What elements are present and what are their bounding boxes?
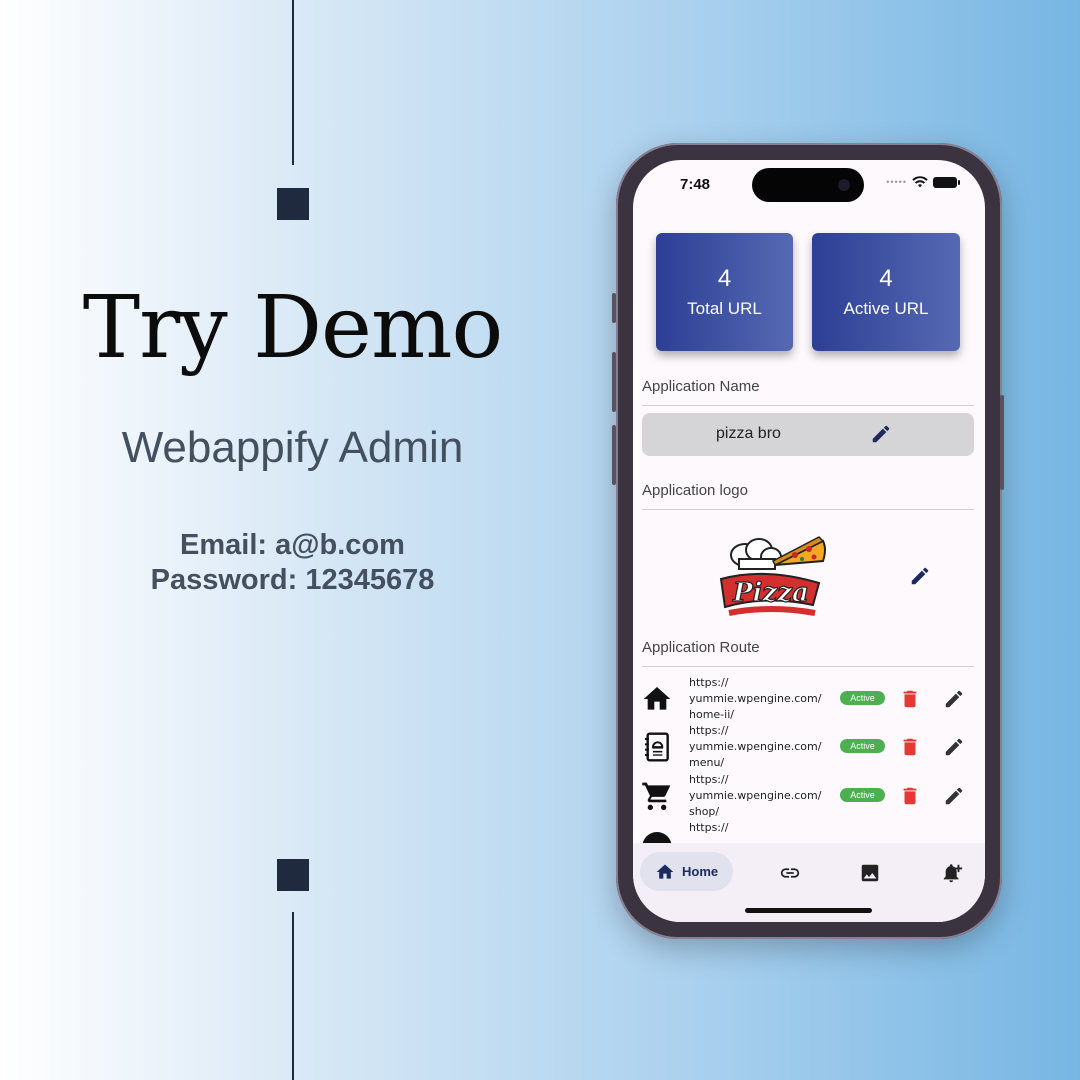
menu-book-icon: [645, 732, 669, 762]
app-screen: 7:48 ••••• 4 Total URL 4 Active URL Appl…: [633, 160, 985, 922]
status-badge: Active: [840, 691, 885, 705]
phone-volume-down: [612, 425, 616, 485]
image-icon[interactable]: [859, 862, 881, 884]
app-name-label: Application Name: [642, 378, 760, 395]
pencil-icon[interactable]: [943, 688, 965, 710]
notification-add-icon[interactable]: [942, 862, 964, 884]
pencil-icon[interactable]: [909, 565, 931, 587]
active-url-card[interactable]: 4 Active URL: [812, 233, 960, 351]
pencil-icon[interactable]: [943, 785, 965, 807]
phone-volume-up: [612, 352, 616, 412]
status-badge: Active: [840, 788, 885, 802]
route-row[interactable]: https:// yummie.wpengine.com/ menu/ Acti…: [633, 723, 985, 772]
total-url-label: Total URL: [687, 299, 762, 318]
total-url-count: 4: [717, 265, 732, 292]
demo-password: Password: 12345678: [150, 564, 435, 596]
nav-home-label: Home: [682, 864, 719, 879]
decorative-line-bottom: [292, 912, 294, 1080]
shopping-cart-icon: [642, 782, 671, 810]
status-time: 7:48: [680, 176, 711, 193]
home-indicator: [745, 908, 872, 913]
link-icon[interactable]: [779, 862, 801, 884]
wifi-icon: [912, 176, 928, 188]
status-badge: Active: [840, 739, 885, 753]
decorative-square-top: [277, 188, 309, 220]
active-url-count: 4: [879, 265, 893, 292]
route-list: https:// yummie.wpengine.com/ home-ii/ A…: [633, 675, 985, 845]
phone-side-button: [612, 293, 616, 323]
home-icon: [656, 864, 674, 879]
decorative-line-top: [292, 0, 294, 165]
app-route-label: Application Route: [642, 639, 760, 656]
route-row[interactable]: https://: [633, 820, 985, 845]
divider: [642, 509, 974, 510]
route-url: https:// yummie.wpengine.com/ home-ii/: [689, 676, 822, 721]
pencil-icon[interactable]: [943, 736, 965, 758]
active-url-label: Active URL: [843, 299, 929, 318]
demo-email: Email: a@b.com: [180, 529, 405, 561]
status-icons: •••••: [886, 176, 960, 188]
pencil-icon[interactable]: [870, 423, 892, 445]
route-url: https://: [689, 821, 729, 834]
promo-title: Try Demo: [82, 278, 504, 378]
dynamic-island: [752, 168, 864, 202]
promo-subtitle: Webappify Admin: [121, 423, 464, 472]
decorative-square-bottom: [277, 859, 309, 891]
app-logo-label: Application logo: [642, 482, 748, 499]
app-name-value: pizza bro: [716, 425, 781, 442]
demo-credentials: Email: a@b.com Password: 12345678: [40, 528, 545, 598]
divider: [642, 666, 974, 667]
app-name-field[interactable]: pizza bro: [642, 413, 974, 456]
delete-icon[interactable]: [899, 736, 921, 758]
pizza-logo-image: Pizza: [719, 536, 826, 616]
route-row[interactable]: https:// yummie.wpengine.com/ shop/ Acti…: [633, 772, 985, 821]
delete-icon[interactable]: [899, 785, 921, 807]
battery-icon: [933, 176, 960, 188]
logo-text: Pizza: [732, 578, 809, 608]
route-url: https:// yummie.wpengine.com/ shop/: [689, 773, 822, 818]
home-icon: [643, 687, 671, 710]
route-row[interactable]: https:// yummie.wpengine.com/ home-ii/ A…: [633, 675, 985, 724]
total-url-card[interactable]: 4 Total URL: [656, 233, 793, 351]
delete-icon[interactable]: [899, 688, 921, 710]
divider: [642, 405, 974, 406]
nav-home-tab[interactable]: Home: [640, 852, 733, 891]
signal-dots-icon: •••••: [886, 177, 907, 187]
route-url: https:// yummie.wpengine.com/ menu/: [689, 724, 822, 769]
phone-power-button: [1000, 395, 1004, 490]
